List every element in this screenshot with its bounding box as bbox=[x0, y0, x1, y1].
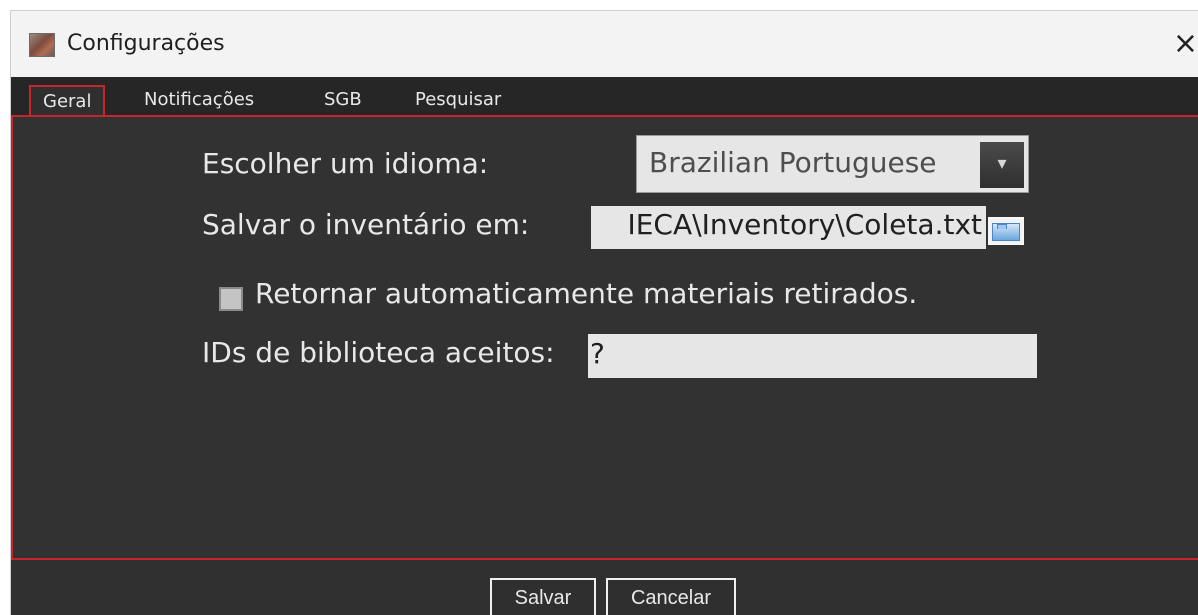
tab-bar: Geral Notificações SGB Pesquisar bbox=[11, 77, 1198, 117]
auto-return-label: Retornar automaticamente materiais retir… bbox=[255, 277, 918, 310]
accepted-library-ids-label: IDs de biblioteca aceitos: bbox=[202, 336, 555, 369]
tab-notificacoes[interactable]: Notificações bbox=[144, 85, 254, 117]
folder-icon bbox=[992, 223, 1020, 241]
language-select-value: Brazilian Portuguese bbox=[649, 146, 937, 179]
dialog-footer: Salvar Cancelar bbox=[11, 560, 1198, 615]
settings-window: Configurações × Geral Notificações SGB P… bbox=[10, 10, 1198, 615]
tab-pesquisar[interactable]: Pesquisar bbox=[415, 85, 501, 117]
accepted-library-ids-input[interactable]: ? bbox=[588, 334, 1037, 378]
save-button[interactable]: Salvar bbox=[490, 578, 596, 615]
tab-sgb[interactable]: SGB bbox=[324, 85, 362, 117]
folder-tab-shape bbox=[997, 224, 1007, 229]
app-icon bbox=[29, 33, 55, 57]
accepted-library-ids-value: ? bbox=[590, 337, 605, 370]
window-title: Configurações bbox=[67, 31, 225, 56]
title-bar: Configurações × bbox=[11, 11, 1198, 77]
inventory-path-input[interactable]: IECA\Inventory\Coleta.txt bbox=[591, 206, 986, 249]
cancel-button[interactable]: Cancelar bbox=[606, 578, 736, 615]
close-button[interactable]: × bbox=[1168, 27, 1198, 61]
language-label: Escolher um idioma: bbox=[202, 147, 489, 180]
close-icon: × bbox=[1172, 26, 1198, 61]
language-select[interactable]: Brazilian Portuguese ▾ bbox=[636, 135, 1029, 193]
chevron-down-icon[interactable]: ▾ bbox=[980, 142, 1024, 188]
auto-return-checkbox[interactable] bbox=[219, 287, 243, 311]
browse-folder-button[interactable] bbox=[988, 217, 1024, 245]
inventory-path-value: IECA\Inventory\Coleta.txt bbox=[627, 208, 982, 241]
tab-geral[interactable]: Geral bbox=[29, 85, 106, 117]
inventory-path-label: Salvar o inventário em: bbox=[202, 208, 530, 241]
